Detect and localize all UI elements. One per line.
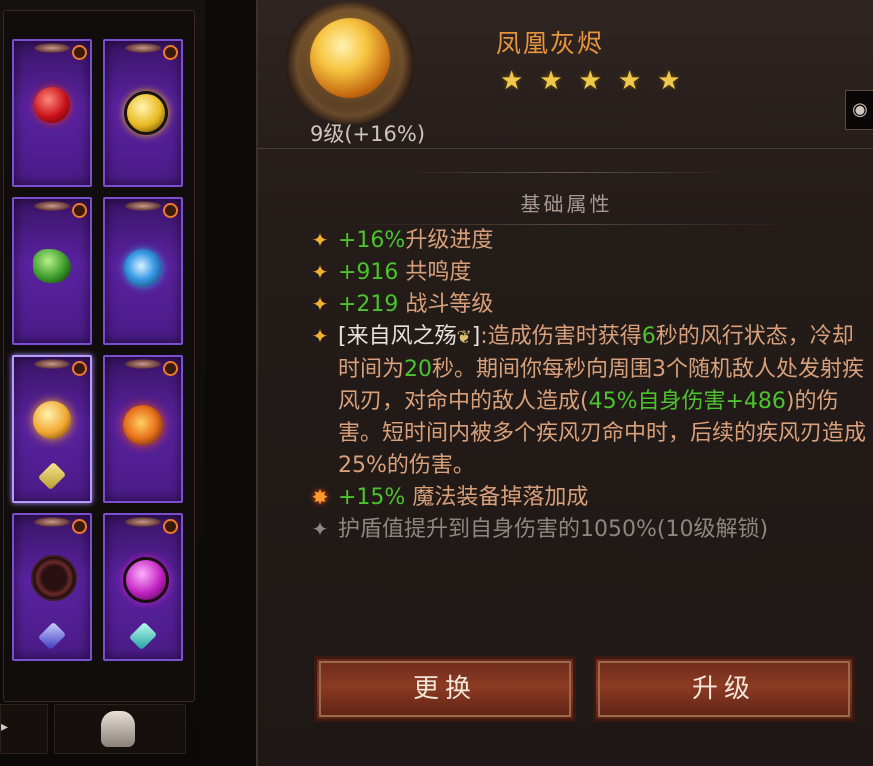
teal-sub-gem-icon [128,621,158,651]
gem-card-1[interactable] [12,39,92,187]
upgrade-button[interactable]: 升级 [593,656,855,722]
gem-card-7[interactable] [12,513,92,661]
replace-button[interactable]: 更换 [314,656,576,722]
green-gem-icon [33,249,71,283]
gem-card-5[interactable] [12,355,92,503]
preview-eye-button[interactable]: ◉ [845,90,873,130]
gem-detail-panel: 凤凰灰烬 ★ ★ ★ ★ ★ 9级(+16%) ◉ 基础属性 ✦ +16%升级进… [256,0,873,766]
effect-text-1: :造成伤害时获得 [480,324,642,349]
attribute-list: ✦ +16%升级进度 ✦ +916 共鸣度 ✦ +219 战斗等级 ✦ [来自风… [308,225,868,546]
attribute-value: +219 [338,292,399,317]
sparkle-bullet-icon: ✦ [311,228,329,252]
effect-source-close: ] [471,324,481,349]
attribute-label: 共鸣度 [398,260,472,285]
locked-bullet-icon: ✦ [311,517,329,541]
attribute-value: +916 [338,260,399,285]
blue-sub-gem-icon [37,621,67,651]
gem-card-2[interactable] [103,39,183,187]
attribute-value: +15% [338,485,406,510]
effect-cooldown: 20 [404,357,433,382]
crest-ornament [33,201,71,211]
effect-description: ✦ [来自风之殇❦]:造成伤害时获得6秒的风行状态，冷却时间为20秒。期间你每秒… [308,321,868,482]
sparkle-bullet-icon: ✦ [311,260,329,284]
attribute-value: +16% [338,228,406,253]
rank-icon [163,45,178,60]
gem-card-8[interactable] [103,513,183,661]
effect-duration: 6 [641,324,656,349]
crest-ornament [124,201,162,211]
crest-ornament [124,517,162,527]
attribute-row: ✦ +916 共鸣度 [308,257,868,289]
effect-source: [来自风之殇 [338,324,457,349]
gem-level: 9级(+16%) [310,122,426,146]
rank-icon [72,519,87,534]
attribute-row: ✦ +219 战斗等级 [308,289,868,321]
arrow-icon: ▸ [1,719,9,735]
attribute-label: 升级进度 [405,228,494,253]
locked-attribute-label: 护盾值提升到自身伤害的1050%(10级解锁) [338,517,769,542]
helmet-icon [101,711,135,747]
red-gem-icon [34,87,70,123]
magenta-orb-gem-icon [123,557,169,603]
attribute-row: ✦ +16%升级进度 [308,225,868,257]
gem-grid [3,10,195,702]
star-icon: ★ [500,66,524,96]
phoenix-ash-gem-icon [310,18,390,98]
character-tab-button[interactable] [54,704,186,754]
crest-ornament [33,43,71,53]
gem-card-6[interactable] [103,355,183,503]
gold-orb-gem-icon [124,91,168,135]
star-rating: ★ ★ ★ ★ ★ [500,66,681,96]
yellow-sub-gem-icon [37,461,67,491]
locked-attribute-row: ✦ 护盾值提升到自身伤害的1050%(10级解锁) [308,514,868,546]
gem-inventory-panel: ▸ [0,0,205,766]
gem-card-4[interactable] [103,197,183,345]
rank-icon [72,203,87,218]
rank-icon [163,361,178,376]
phoenix-ash-gem-icon [33,401,71,439]
rank-icon [72,361,87,376]
effect-damage: 45%自身伤害+486 [588,389,786,414]
rank-icon [72,45,87,60]
crest-ornament [33,359,71,369]
gem-header: 凤凰灰烬 ★ ★ ★ ★ ★ 9级(+16%) ◉ [258,0,873,149]
dark-ring-gem-icon [31,555,77,601]
star-icon: ★ [617,66,642,96]
prev-tab-button[interactable]: ▸ [0,704,48,754]
attribute-label: 战斗等级 [398,292,494,317]
star-icon: ★ [657,66,681,96]
star-icon: ★ [578,66,602,96]
rank-icon [163,203,178,218]
fire-gem-icon [123,405,163,445]
rank-icon [163,519,178,534]
crest-ornament [33,517,71,527]
attribute-label: 魔法装备掉落加成 [405,485,589,510]
blue-swirl-gem-icon [124,249,162,287]
divider [398,172,735,173]
crest-ornament [124,359,162,369]
wind-leaf-icon: ❦ [456,327,472,348]
burst-bullet-icon: ✸ [311,485,329,509]
attribute-row: ✸ +15% 魔法装备掉落加成 [308,482,868,514]
sparkle-bullet-icon: ✦ [311,292,329,316]
sparkle-bullet-icon: ✦ [311,324,329,348]
eye-icon: ◉ [852,99,868,120]
star-icon: ★ [539,66,563,96]
crest-ornament [124,43,162,53]
gem-card-3[interactable] [12,197,92,345]
section-title: 基础属性 [520,192,613,216]
gem-name: 凤凰灰烬 [496,29,605,58]
